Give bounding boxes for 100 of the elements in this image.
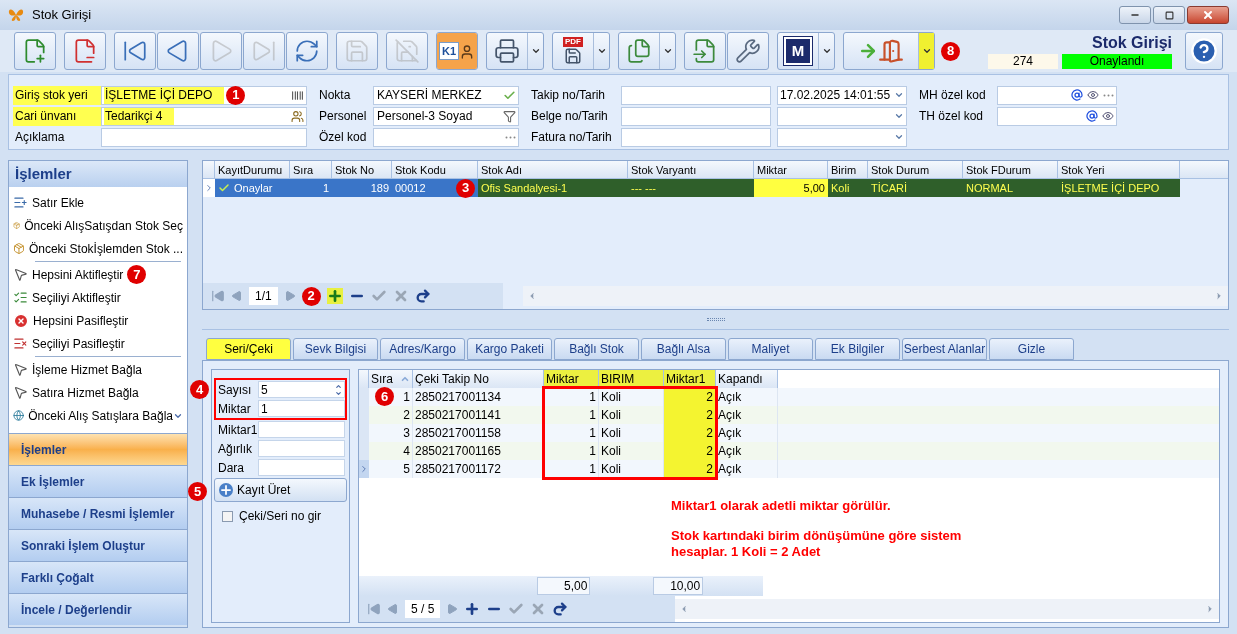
input-field[interactable]: Personel-3 Soyad — [373, 106, 519, 126]
ellipsis-icon[interactable] — [1103, 93, 1114, 97]
date-field[interactable]: 17.02.2025 14:01:55 — [777, 85, 907, 105]
input-field[interactable]: 5 — [258, 381, 345, 398]
column-header[interactable]: Stok FDurum — [963, 161, 1058, 178]
confirm-icon[interactable] — [508, 601, 525, 617]
sidebar-item[interactable]: İşleme Hizmet Bağla — [32, 360, 143, 379]
tab[interactable]: Maliyet — [728, 338, 813, 360]
input-field[interactable] — [258, 459, 345, 476]
column-header[interactable]: Stok Yeri — [1058, 161, 1180, 178]
input-field[interactable] — [621, 127, 771, 147]
scroll-left-icon[interactable] — [527, 291, 537, 301]
close-button[interactable] — [1187, 6, 1229, 24]
input-field[interactable] — [373, 127, 519, 147]
input-field[interactable]: KAYSERİ MERKEZ — [373, 85, 519, 105]
date-field[interactable] — [777, 106, 907, 126]
people-icon[interactable] — [291, 109, 304, 123]
spin-down-icon[interactable] — [335, 389, 342, 397]
ellipsis-icon[interactable] — [505, 135, 516, 139]
add-icon[interactable] — [326, 288, 343, 304]
section-button[interactable]: İşlemler — [9, 433, 187, 465]
confirm-icon[interactable] — [370, 288, 387, 304]
tab[interactable]: Gizle — [989, 338, 1074, 360]
sidebar-item[interactable]: Önceki Stokİşlemden Stok ... — [28, 239, 183, 258]
section-button[interactable]: Ek İşlemler — [9, 465, 187, 497]
view-icon[interactable] — [1102, 110, 1114, 122]
next-icon[interactable] — [283, 290, 296, 302]
view-icon[interactable] — [1087, 89, 1099, 101]
column-header[interactable]: Stok Durum — [868, 161, 963, 178]
previous-icon[interactable] — [387, 603, 399, 615]
column-header[interactable]: Sıra — [369, 370, 413, 388]
column-header[interactable]: Stok Adı — [478, 161, 628, 178]
add-icon[interactable] — [464, 601, 481, 617]
column-header[interactable]: Çeki Takip No — [413, 370, 544, 388]
input-field[interactable] — [258, 421, 345, 438]
sidebar-item[interactable]: Seçiliyi Pasifleştir — [32, 334, 125, 353]
help-button[interactable] — [1185, 32, 1223, 70]
checkbox[interactable] — [222, 510, 233, 522]
tab[interactable]: Serbest Alanlar — [902, 338, 987, 360]
minimize-button[interactable] — [1119, 6, 1151, 24]
card-button[interactable]: K1 — [437, 33, 477, 69]
check-icon[interactable] — [503, 88, 516, 102]
sidebar-item[interactable]: Satıra Hizmet Bağla — [32, 383, 139, 402]
column-header[interactable]: Birim — [828, 161, 868, 178]
column-header[interactable]: Miktar — [754, 161, 828, 178]
section-button[interactable]: İncele / Değerlendir — [9, 593, 187, 625]
scroll-right-icon[interactable] — [1214, 291, 1224, 301]
maximize-button[interactable] — [1153, 6, 1185, 24]
generate-button[interactable]: Kayıt Üret — [214, 478, 347, 502]
section-button[interactable]: Sonraki İşlem Oluştur — [9, 529, 187, 561]
horizontal-scrollbar[interactable] — [675, 599, 1219, 619]
column-header[interactable]: Sıra — [290, 161, 332, 178]
at-icon[interactable] — [1086, 110, 1098, 122]
input-field[interactable]: İŞLETME İÇİ DEPO 1 — [101, 85, 307, 105]
sidebar-item[interactable]: Hepsini Aktifleştir — [32, 265, 124, 284]
sidebar-item[interactable]: Önceki AlışSatışdan Stok Seç — [24, 216, 183, 235]
input-field[interactable] — [621, 85, 771, 105]
tab[interactable]: Bağlı Stok — [554, 338, 639, 360]
horizontal-scrollbar[interactable] — [523, 286, 1228, 306]
input-field[interactable] — [997, 106, 1117, 126]
scroll-right-icon[interactable] — [1205, 604, 1215, 614]
column-header[interactable]: Stok No — [332, 161, 392, 178]
tab[interactable]: Ek Bilgiler — [815, 338, 900, 360]
scroll-left-icon[interactable] — [679, 604, 689, 614]
filter-icon[interactable] — [503, 109, 516, 123]
column-header[interactable]: Kapandı — [716, 370, 778, 388]
first-icon[interactable] — [211, 289, 225, 303]
row-header[interactable] — [203, 179, 215, 197]
redo-icon[interactable] — [414, 288, 431, 304]
date-field[interactable] — [777, 127, 907, 147]
input-field[interactable]: 1 — [258, 400, 345, 417]
input-field[interactable]: Tedarikçi 4 — [101, 106, 307, 126]
tab[interactable]: Seri/Çeki — [206, 338, 291, 360]
row-header[interactable] — [359, 460, 369, 478]
spin-up-icon[interactable] — [335, 382, 342, 390]
previous-icon[interactable] — [231, 290, 243, 302]
tab[interactable]: Sevk Bilgisi — [293, 338, 378, 360]
sidebar-item[interactable]: Seçiliyi Aktifleştir — [32, 288, 121, 307]
dropdown-button[interactable] — [918, 33, 934, 69]
column-header[interactable]: Stok Varyantı — [628, 161, 754, 178]
column-header[interactable]: Stok Kodu — [392, 161, 478, 178]
section-button[interactable]: Farklı Çoğalt — [9, 561, 187, 593]
tab[interactable]: Bağlı Alsa — [641, 338, 726, 360]
sidebar-item[interactable]: Önceki Alış Satışlara Bağla — [28, 406, 183, 425]
next-icon[interactable] — [446, 603, 459, 615]
input-field[interactable] — [621, 106, 771, 126]
sidebar-item[interactable]: Hepsini Pasifleştir — [33, 311, 129, 330]
splitter-grip[interactable] — [706, 318, 725, 321]
redo-icon[interactable] — [552, 601, 569, 617]
at-icon[interactable] — [1071, 89, 1083, 101]
section-button[interactable]: Muhasebe / Resmi İşlemler — [9, 497, 187, 529]
barcode-icon[interactable] — [291, 88, 304, 102]
input-field[interactable] — [997, 85, 1117, 105]
tab[interactable]: Adres/Kargo — [380, 338, 465, 360]
input-field[interactable] — [258, 440, 345, 457]
first-icon[interactable] — [367, 602, 381, 616]
sidebar-item[interactable]: Satır Ekle — [32, 193, 85, 212]
column-header[interactable]: KayıtDurumu — [215, 161, 290, 178]
tab[interactable]: Kargo Paketi — [467, 338, 552, 360]
input-field[interactable] — [101, 127, 307, 147]
